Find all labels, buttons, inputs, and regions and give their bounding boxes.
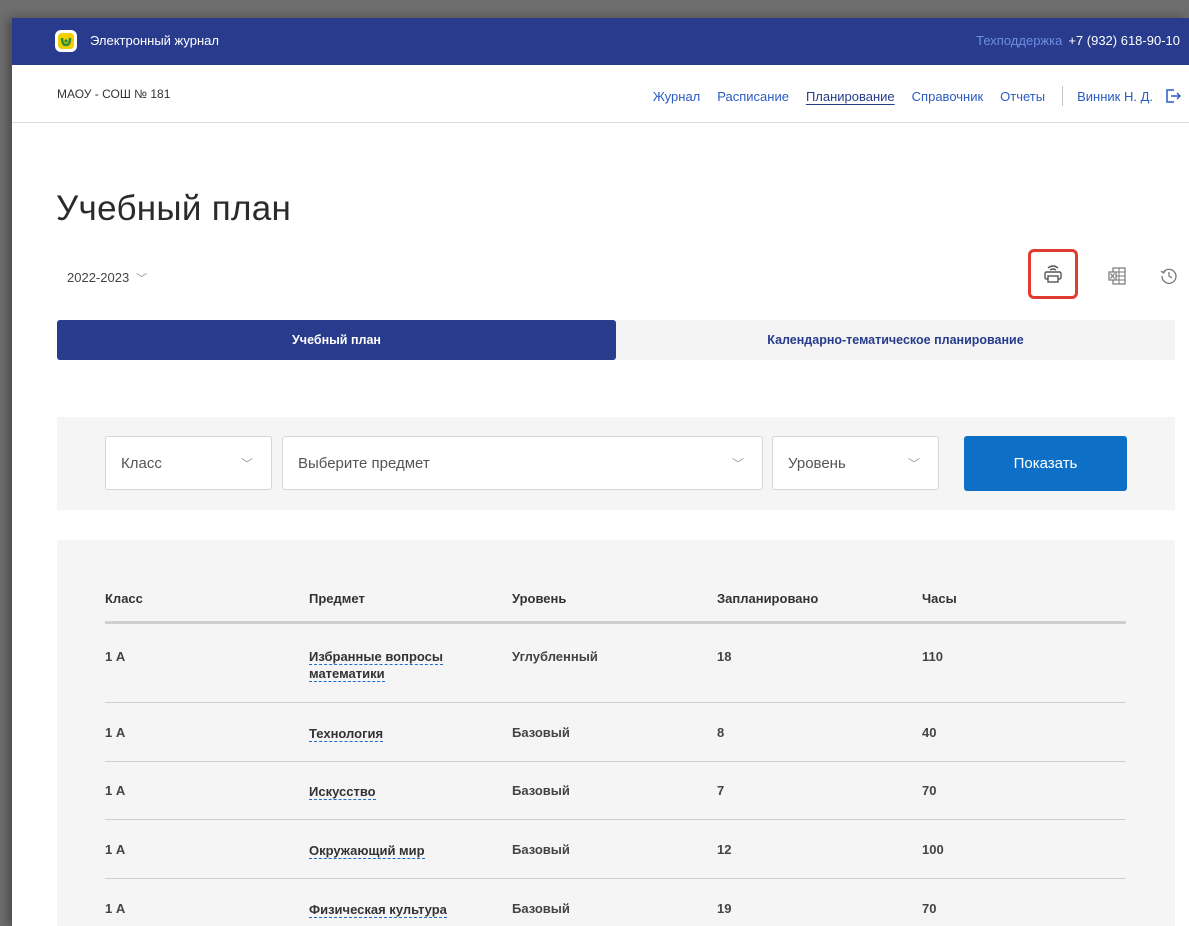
app-title[interactable]: Электронный журнал — [90, 33, 219, 48]
table-cell-planned: 7 — [717, 783, 725, 798]
column-header-subject: Предмет — [309, 591, 365, 606]
nav-item-journal[interactable]: Журнал — [653, 89, 700, 104]
nav-divider — [1062, 86, 1064, 106]
logout-icon[interactable] — [1165, 88, 1181, 104]
table-cell-planned: 8 — [717, 725, 725, 740]
navigation-bar: МАОУ - СОШ № 181 Журнал Расписание Плани… — [12, 65, 1189, 123]
table-cell-subject: Искусство — [309, 783, 376, 800]
table-cell-level: Базовый — [512, 901, 570, 916]
chevron-down-icon: ﹀ — [136, 273, 148, 285]
chevron-down-icon: ﹀ — [907, 457, 920, 471]
support-info: Техподдержка +7 (932) 618-90-10 — [976, 33, 1180, 48]
subject-link[interactable]: Искусство — [309, 784, 376, 800]
tab-calendar-planning[interactable]: Календарно-тематическое планирование — [616, 320, 1175, 360]
table-cell-hours: 110 — [922, 649, 943, 664]
year-value: 2022-2023 — [67, 270, 130, 285]
column-header-level: Уровень — [512, 591, 567, 606]
curriculum-table: Класс Предмет Уровень Запланировано Часы… — [57, 540, 1175, 926]
filter-panel: Класс ﹀ Выберите предмет ﹀ Уровень ﹀ Пок… — [57, 417, 1175, 510]
level-select[interactable]: Уровень ﹀ — [772, 436, 939, 490]
chevron-down-icon: ﹀ — [240, 457, 253, 471]
app-window: Электронный журнал Техподдержка +7 (932) … — [12, 18, 1189, 926]
support-phone[interactable]: +7 (932) 618-90-10 — [1068, 33, 1180, 48]
table-cell-subject: Окружающий мир — [309, 842, 425, 859]
row-divider — [105, 702, 1126, 703]
table-cell-subject: Избранные вопросы математики — [309, 648, 479, 682]
table-cell-level: Углубленный — [512, 649, 598, 664]
table-cell-subject: Технология — [309, 725, 384, 742]
column-header-planned: Запланировано — [717, 591, 819, 606]
nav-item-reference[interactable]: Справочник — [912, 89, 984, 104]
table-cell-level: Базовый — [512, 725, 570, 740]
table-cell-class: 1 А — [105, 725, 126, 740]
year-selector[interactable]: 2022-2023 ﹀ — [67, 270, 147, 286]
subject-link[interactable]: Окружающий мир — [309, 843, 425, 859]
row-divider — [105, 878, 1126, 879]
table-cell-class: 1 А — [105, 842, 126, 857]
class-select[interactable]: Класс ﹀ — [105, 436, 272, 490]
subject-link[interactable]: Физическая культура — [309, 902, 447, 918]
user-name[interactable]: Винник Н. Д. — [1077, 89, 1153, 104]
support-label[interactable]: Техподдержка — [976, 33, 1062, 48]
main-nav: Журнал Расписание Планирование Справочни… — [653, 86, 1189, 106]
tab-bar: Учебный план Календарно-тематическое пла… — [57, 320, 1175, 360]
row-divider — [105, 819, 1126, 820]
subject-link[interactable]: математики — [309, 666, 385, 682]
app-logo-icon[interactable] — [55, 30, 77, 52]
nav-item-planning[interactable]: Планирование — [806, 89, 895, 104]
school-name: МАОУ - СОШ № 181 — [57, 87, 171, 101]
subject-link[interactable]: Избранные вопросы — [309, 649, 443, 665]
history-button[interactable] — [1143, 250, 1189, 302]
tab-curriculum[interactable]: Учебный план — [57, 320, 616, 360]
subject-select-label: Выберите предмет — [298, 455, 430, 472]
row-divider — [105, 761, 1126, 762]
table-cell-planned: 18 — [717, 649, 732, 664]
table-cell-planned: 12 — [717, 842, 732, 857]
table-cell-hours: 70 — [922, 901, 937, 916]
chevron-down-icon: ﹀ — [731, 457, 744, 471]
nav-item-reports[interactable]: Отчеты — [1000, 89, 1045, 104]
class-select-label: Класс — [121, 455, 162, 472]
table-cell-hours: 100 — [922, 842, 944, 857]
level-select-label: Уровень — [788, 455, 846, 472]
print-button[interactable] — [1028, 249, 1078, 299]
header-divider — [105, 621, 1126, 624]
excel-export-button[interactable] — [1091, 250, 1143, 302]
history-icon — [1160, 268, 1177, 284]
table-cell-class: 1 А — [105, 783, 126, 798]
table-cell-planned: 19 — [717, 901, 732, 916]
table-cell-class: 1 А — [105, 901, 126, 916]
table-cell-hours: 70 — [922, 783, 937, 798]
table-cell-level: Базовый — [512, 842, 570, 857]
show-button[interactable]: Показать — [964, 436, 1127, 491]
excel-icon — [1108, 267, 1126, 285]
page-title: Учебный план — [56, 189, 292, 228]
table-cell-subject: Физическая культура — [309, 901, 447, 918]
print-icon — [1044, 265, 1062, 283]
table-cell-hours: 40 — [922, 725, 937, 740]
table-cell-level: Базовый — [512, 783, 570, 798]
table-cell-class: 1 А — [105, 649, 126, 664]
subject-select[interactable]: Выберите предмет ﹀ — [282, 436, 763, 490]
subject-link[interactable]: Технология — [309, 726, 384, 742]
column-header-hours: Часы — [922, 591, 957, 606]
top-bar: Электронный журнал Техподдержка +7 (932) … — [12, 18, 1189, 65]
column-header-class: Класс — [105, 591, 143, 606]
nav-item-schedule[interactable]: Расписание — [717, 89, 789, 104]
